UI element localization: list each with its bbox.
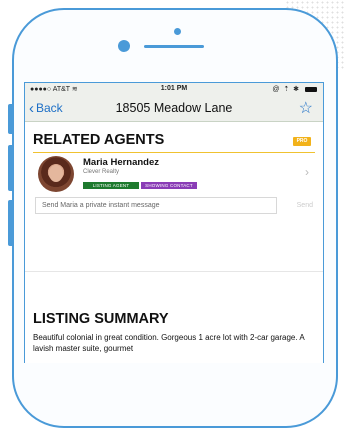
agent-card[interactable]: Maria Hernandez Clever Realty LISTING AG… bbox=[25, 153, 323, 195]
section-spacer bbox=[25, 219, 323, 272]
chevron-right-icon[interactable]: › bbox=[305, 165, 309, 179]
earpiece-speaker bbox=[144, 45, 204, 48]
private-message-input[interactable]: Send Maria a private instant message bbox=[35, 197, 277, 214]
volume-down-button bbox=[8, 200, 14, 246]
showing-contact-tag: SHOWING CONTACT bbox=[141, 182, 197, 189]
front-camera bbox=[118, 40, 130, 52]
status-bar: ●●●●○ AT&T ≋ 1:01 PM @ ⇡ ✱ bbox=[25, 83, 323, 95]
volume-up-button bbox=[8, 145, 14, 191]
navigation-bar: ‹ Back 18505 Meadow Lane ☆ bbox=[25, 95, 323, 122]
listing-summary-text: Beautiful colonial in great condition. G… bbox=[33, 333, 305, 353]
mute-switch bbox=[8, 104, 14, 134]
favorite-star-icon[interactable]: ☆ bbox=[299, 98, 313, 118]
agent-company: Clever Realty bbox=[83, 169, 120, 175]
send-button[interactable]: Send bbox=[297, 202, 313, 209]
message-row: Send Maria a private instant message Sen… bbox=[25, 195, 323, 219]
nav-title: 18505 Meadow Lane bbox=[115, 101, 233, 115]
battery-icon bbox=[305, 86, 317, 92]
status-icons: @ ⇡ ✱ bbox=[272, 85, 317, 93]
listing-agent-tag: LISTING AGENT bbox=[83, 182, 139, 189]
avatar-face bbox=[49, 165, 63, 182]
agent-name: Maria Hernandez bbox=[83, 157, 160, 168]
phone-screen: ●●●●○ AT&T ≋ 1:01 PM @ ⇡ ✱ ‹ Back 18505 M… bbox=[24, 82, 324, 363]
related-agents-title: RELATED AGENTS bbox=[33, 132, 165, 148]
sensor-dot bbox=[174, 28, 181, 35]
pro-badge: PRO bbox=[293, 137, 311, 146]
listing-summary-title: LISTING SUMMARY bbox=[33, 311, 169, 327]
agent-avatar bbox=[38, 156, 74, 192]
related-agents-header: RELATED AGENTS PRO bbox=[25, 122, 323, 152]
